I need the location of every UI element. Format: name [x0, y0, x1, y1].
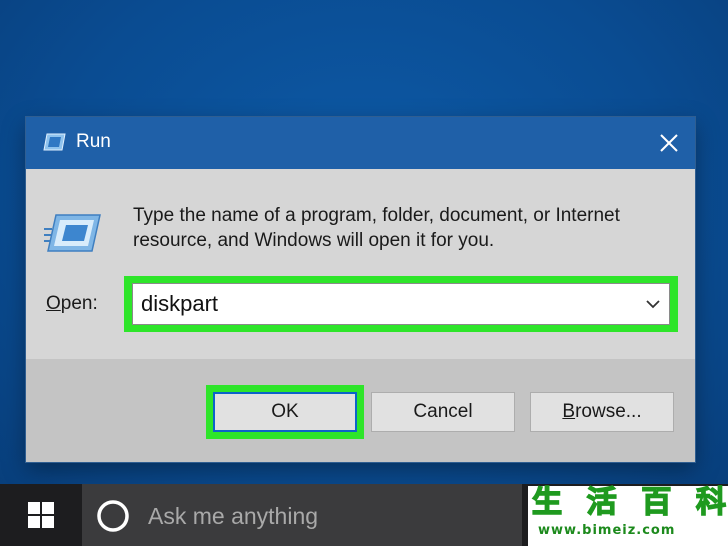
open-label-accelerator: O: [46, 293, 61, 314]
open-combobox[interactable]: [132, 283, 670, 325]
cancel-button[interactable]: Cancel: [371, 392, 515, 432]
dialog-body: Type the name of a program, folder, docu…: [26, 169, 695, 359]
search-placeholder: Ask me anything: [148, 503, 319, 529]
open-label-text: pen:: [60, 293, 98, 314]
start-button[interactable]: [0, 484, 82, 546]
browse-accelerator: B: [562, 401, 576, 422]
open-input[interactable]: [133, 284, 633, 324]
browse-label: rowse...: [575, 401, 642, 422]
taskbar-search-box[interactable]: Ask me anything: [82, 484, 522, 546]
close-icon: [660, 134, 678, 152]
watermark-char: 生: [531, 485, 564, 521]
run-icon: [43, 133, 66, 151]
open-label: Open:: [46, 293, 98, 315]
dialog-description: Type the name of a program, folder, docu…: [133, 205, 620, 251]
watermark-char: 活: [586, 485, 619, 521]
run-program-icon: [44, 214, 101, 252]
dialog-footer: OK Cancel Browse...: [26, 359, 695, 462]
watermark: 生 活 百 科 www.bimeiz.com: [528, 485, 728, 546]
watermark-char: 科: [695, 485, 728, 521]
browse-button[interactable]: Browse...: [530, 392, 674, 432]
watermark-char: 百: [641, 485, 674, 521]
dialog-title: Run: [76, 131, 111, 152]
chevron-down-icon[interactable]: [645, 297, 661, 311]
watermark-logo: 生 活 百 科: [531, 485, 728, 521]
ok-button[interactable]: OK: [213, 392, 357, 432]
title-bar[interactable]: Run: [26, 117, 695, 169]
close-button[interactable]: [643, 117, 695, 169]
windows-logo-icon: [28, 502, 54, 528]
watermark-url: www.bimeiz.com: [538, 523, 676, 538]
run-dialog: Run Type the name of a program, folder, …: [26, 117, 695, 462]
cortana-icon: [97, 500, 129, 532]
